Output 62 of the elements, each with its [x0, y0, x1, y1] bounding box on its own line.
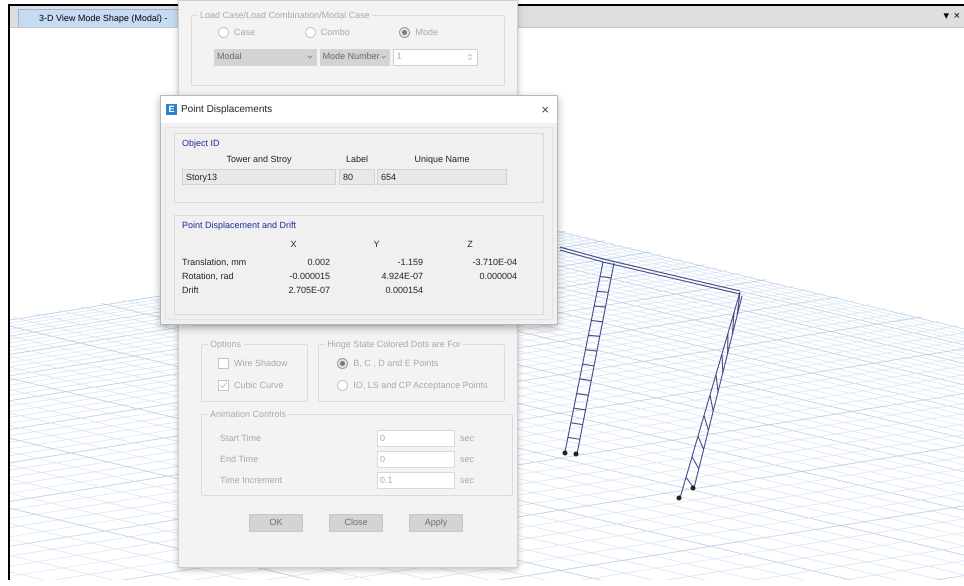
- group-title: Object ID: [182, 137, 220, 150]
- checkbox-option[interactable]: Cubic Curve: [218, 378, 308, 392]
- check-icon: [219, 380, 228, 390]
- radio-button[interactable]: [304, 27, 316, 38]
- readonly-field: 654: [377, 169, 507, 185]
- unit-label: sec: [460, 432, 474, 445]
- dialog-button[interactable]: Close: [329, 514, 383, 532]
- column-header: Tower and Stroy: [225, 152, 293, 166]
- group-title: Animation Controls: [208, 408, 288, 420]
- radio-option[interactable]: IO, LS and CP Acceptance Points: [337, 378, 504, 392]
- field-label: End Time: [220, 452, 260, 466]
- row-label: Drift: [182, 284, 200, 296]
- input-field[interactable]: 0.1: [377, 472, 455, 489]
- case-dropdown[interactable]: Modal: [214, 48, 317, 66]
- value-cell-text: 0.002: [306, 256, 330, 268]
- chevron-icon: [306, 53, 314, 61]
- radio-button[interactable]: [218, 27, 229, 38]
- input-field[interactable]: 0: [377, 451, 455, 468]
- group-title: Point Displacement and Drift: [182, 219, 296, 232]
- dialog-button[interactable]: Apply: [409, 514, 463, 532]
- value-cell-text: 0.000154: [384, 284, 423, 296]
- app-icon: E: [166, 104, 177, 115]
- dialog-title: Point Displacements: [181, 103, 272, 117]
- value-cell-text: -0.000015: [288, 270, 330, 282]
- column-header: X: [289, 238, 298, 250]
- group-title: Hinge State Colored Dots are For: [325, 338, 463, 350]
- group-title: Load Case/Load Combination/Modal Case: [198, 9, 372, 21]
- unit-label: sec: [460, 474, 474, 487]
- column-header: Unique Name: [413, 152, 471, 166]
- dialog-button[interactable]: OK: [249, 514, 303, 532]
- readonly-field: Story13: [182, 169, 336, 185]
- field-label: Time Increment: [220, 474, 284, 487]
- pane-control[interactable]: ▾: [944, 11, 950, 22]
- value-cell-text: -3.710E-04: [471, 256, 517, 268]
- column-header: Z: [466, 238, 474, 250]
- input-field[interactable]: 0: [377, 430, 455, 447]
- mode-number-spinner[interactable]: 1: [392, 48, 478, 66]
- readonly-field: 80: [339, 169, 375, 185]
- value-cell-text: 4.924E-07: [380, 270, 423, 282]
- mode-dropdown[interactable]: Mode Number: [320, 48, 390, 66]
- radio-option[interactable]: Mode: [399, 26, 438, 40]
- row-label: Translation, mm: [182, 256, 248, 268]
- radio-option[interactable]: B, C , D and E Points: [337, 357, 504, 370]
- unit-label: sec: [460, 452, 474, 466]
- chevron-icon: [380, 53, 387, 61]
- radio-button[interactable]: [337, 358, 348, 370]
- spinner-icon: [466, 53, 474, 61]
- checkbox-option[interactable]: Wire Shadow: [218, 357, 308, 370]
- column-header: Y: [372, 238, 380, 250]
- value-cell-text: -1.159: [396, 256, 423, 268]
- row-label: Rotation, rad: [182, 270, 235, 282]
- field-label: Start Time: [220, 432, 262, 445]
- value-cell-text: 0.000004: [478, 270, 517, 282]
- group-title: Options: [208, 338, 244, 350]
- close-button[interactable]: ×: [541, 103, 549, 116]
- radio-option[interactable]: Case: [218, 26, 256, 40]
- pane-control[interactable]: ×: [954, 11, 960, 22]
- value-cell-text: 2.705E-07: [287, 284, 330, 296]
- radio-button[interactable]: [337, 380, 348, 391]
- radio-option[interactable]: Combo: [304, 26, 350, 40]
- column-header: Label: [344, 152, 370, 166]
- radio-button[interactable]: [399, 27, 410, 38]
